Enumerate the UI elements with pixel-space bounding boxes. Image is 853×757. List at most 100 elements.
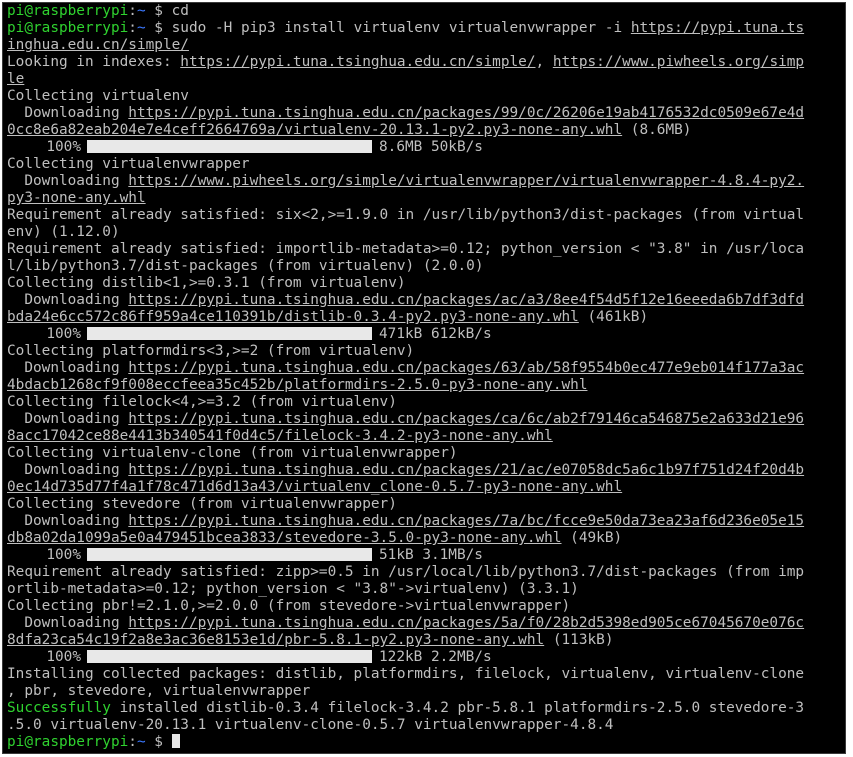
progress-percent: 100% [46, 139, 81, 155]
terminal-line: 4bdacb1268cf9f008eccfeea35c452b/platform… [7, 377, 841, 394]
output-text: Downloading [7, 360, 129, 376]
url-link[interactable]: https://pypi.tuna.tsinghua.edu.cn/packag… [128, 462, 804, 478]
output-text: Downloading [7, 292, 129, 308]
progress-percent: 100% [46, 547, 81, 563]
terminal-line: Downloading https://pypi.tuna.tsinghua.e… [7, 105, 841, 122]
prompt-user: pi@raspberrypi [7, 3, 129, 19]
prompt-sign: $ [145, 20, 172, 36]
url-link[interactable]: py3-none-any.whl [7, 190, 146, 206]
terminal-line: Requirement already satisfied: zipp>=0.5… [7, 564, 841, 581]
url-link[interactable]: 4bdacb1268cf9f008eccfeea35c452b/platform… [7, 377, 587, 393]
prompt-path: ~ [136, 20, 146, 36]
output-text: Downloading [7, 411, 129, 427]
terminal-line: 8dfa23ca54c19f2a8e3ac36e8153e1d/pbr-5.8.… [7, 632, 841, 649]
terminal-line: 0ec14d735d77f4a1f78c471d6d13a43/virtuale… [7, 479, 841, 496]
terminal-line: Downloading https://pypi.tuna.tsinghua.e… [7, 360, 841, 377]
terminal-line: l/lib/python3.7/dist-packages (from virt… [7, 258, 841, 275]
terminal-line: Collecting virtualenv [7, 88, 841, 105]
output-text: Requirement already satisfied: importlib… [7, 241, 805, 257]
output-text: Requirement already satisfied: zipp>=0.5… [7, 564, 805, 580]
output-text: l/lib/python3.7/dist-packages (from virt… [7, 258, 484, 274]
terminal-line: Successfully installed distlib-0.3.4 fil… [7, 700, 841, 717]
terminal-line: 100% 8.6MB 50kB/s [7, 139, 841, 156]
terminal-line: 100% 122kB 2.2MB/s [7, 649, 841, 666]
prompt-user: pi@raspberrypi [7, 20, 129, 36]
terminal-line: db8a02da1099a5e0a479451bcea3833/stevedor… [7, 530, 841, 547]
terminal-line: Downloading https://www.piwheels.org/sim… [7, 173, 841, 190]
url-link[interactable]: https://pypi.tuna.tsinghua.edu.cn/simple… [180, 54, 535, 70]
url-link[interactable]: inghua.edu.cn/simple/ [7, 37, 189, 53]
url-link[interactable]: 8dfa23ca54c19f2a8e3ac36e8153e1d/pbr-5.8.… [7, 632, 544, 648]
url-link[interactable]: https://pypi.tuna.tsinghua.edu.cn/packag… [128, 411, 804, 427]
terminal-line: 8acc17042ce88e4413b340541f0d4c5/filelock… [7, 428, 841, 445]
progress-info: 122kB 2.2MB/s [379, 649, 492, 665]
prompt-sign: $ [145, 734, 172, 750]
url-link[interactable]: https://www.piwheels.org/simple/virtuale… [128, 173, 804, 189]
output-text: (8.6MB) [622, 122, 692, 138]
terminal-line: Collecting virtualenvwrapper [7, 156, 841, 173]
output-text: , pbr, stevedore, virtualenvwrapper [7, 683, 311, 699]
terminal-line: inghua.edu.cn/simple/ [7, 37, 841, 54]
prompt-colon: : [128, 3, 137, 19]
output-text: , [535, 54, 553, 70]
terminal-line: py3-none-any.whl [7, 190, 841, 207]
url-link[interactable]: https://pypi.tuna.tsinghua.edu.cn/packag… [128, 513, 804, 529]
url-link[interactable]: 0ec14d735d77f4a1f78c471d6d13a43/virtuale… [7, 479, 622, 495]
terminal-line: Looking in indexes: https://pypi.tuna.ts… [7, 54, 841, 71]
terminal-line: 0cc8e6a82eab204e7e4ceff2664769a/virtuale… [7, 122, 841, 139]
url-link[interactable]: db8a02da1099a5e0a479451bcea3833/stevedor… [7, 530, 562, 546]
prompt-sign: $ [145, 3, 172, 19]
terminal-line: le [7, 71, 841, 88]
terminal-line: pi@raspberrypi:~ $ [7, 734, 841, 751]
output-text: .5.0 virtualenv-20.13.1 virtualenv-clone… [7, 717, 614, 733]
terminal-line: pi@raspberrypi:~ $ sudo -H pip3 install … [7, 20, 841, 37]
terminal-line: ortlib-metadata>=0.12; python_version < … [7, 581, 841, 598]
progress-bar [87, 650, 372, 663]
progress-info: 51kB 3.1MB/s [379, 547, 483, 563]
progress-info: 8.6MB 50kB/s [379, 139, 483, 155]
prompt-colon: : [128, 20, 137, 36]
terminal-line: 100% 51kB 3.1MB/s [7, 547, 841, 564]
terminal-line: Requirement already satisfied: six<2,>=1… [7, 207, 841, 224]
output-text: Collecting platformdirs<3,>=2 (from virt… [7, 343, 415, 359]
output-text: Looking in indexes: [7, 54, 181, 70]
terminal-line: Collecting stevedore (from virtualenvwra… [7, 496, 841, 513]
terminal-line: pi@raspberrypi:~ $ cd [7, 3, 841, 20]
output-text: Requirement already satisfied: six<2,>=1… [7, 207, 805, 223]
url-link[interactable]: https://pypi.tuna.tsinghua.edu.cn/packag… [128, 615, 804, 631]
progress-percent: 100% [46, 326, 81, 342]
progress-bar [87, 548, 372, 561]
terminal-line: , pbr, stevedore, virtualenvwrapper [7, 683, 841, 700]
output-text: Collecting filelock<4,>=3.2 (from virtua… [7, 394, 397, 410]
success-word: Successfully [7, 700, 111, 716]
terminal-line: 100% 471kB 612kB/s [7, 326, 841, 343]
terminal-line: Downloading https://pypi.tuna.tsinghua.e… [7, 292, 841, 309]
url-link[interactable]: https://pypi.tuna.tsinghua.edu.cn/packag… [128, 105, 804, 121]
terminal-line: bda24e6cc572c86ff959a4ce110391b/distlib-… [7, 309, 841, 326]
url-link[interactable]: https://pypi.tuna.ts [631, 20, 804, 36]
terminal-line: Collecting distlib<1,>=0.3.1 (from virtu… [7, 275, 841, 292]
terminal-line: .5.0 virtualenv-20.13.1 virtualenv-clone… [7, 717, 841, 734]
output-text: Downloading [7, 513, 129, 529]
terminal-line: Requirement already satisfied: importlib… [7, 241, 841, 258]
url-link[interactable]: https://pypi.tuna.tsinghua.edu.cn/packag… [128, 292, 804, 308]
prompt-colon: : [128, 734, 137, 750]
terminal-window[interactable]: pi@raspberrypi:~ $ cd pi@raspberrypi:~ $ … [2, 2, 846, 754]
output-text: installed distlib-0.3.4 filelock-3.4.2 p… [110, 700, 805, 716]
prompt-user: pi@raspberrypi [7, 734, 129, 750]
url-link[interactable]: https://www.piwheels.org/simp [553, 54, 804, 70]
url-link[interactable]: bda24e6cc572c86ff959a4ce110391b/distlib-… [7, 309, 579, 325]
text-cursor [171, 734, 180, 748]
url-link[interactable]: 0cc8e6a82eab204e7e4ceff2664769a/virtuale… [7, 122, 622, 138]
prompt-path: ~ [136, 734, 146, 750]
url-link[interactable]: https://pypi.tuna.tsinghua.edu.cn/packag… [128, 360, 804, 376]
output-text: env) (1.12.0) [7, 224, 120, 240]
terminal-line: Downloading https://pypi.tuna.tsinghua.e… [7, 411, 841, 428]
output-text: Collecting virtualenv [7, 88, 189, 104]
url-link[interactable]: le [7, 71, 24, 87]
output-text: Collecting pbr!=2.1.0,>=2.0.0 (from stev… [7, 598, 571, 614]
terminal-line: Downloading https://pypi.tuna.tsinghua.e… [7, 615, 841, 632]
terminal-line: Installing collected packages: distlib, … [7, 666, 841, 683]
output-text: Installing collected packages: distlib, … [7, 666, 805, 682]
url-link[interactable]: 8acc17042ce88e4413b340541f0d4c5/filelock… [7, 428, 553, 444]
